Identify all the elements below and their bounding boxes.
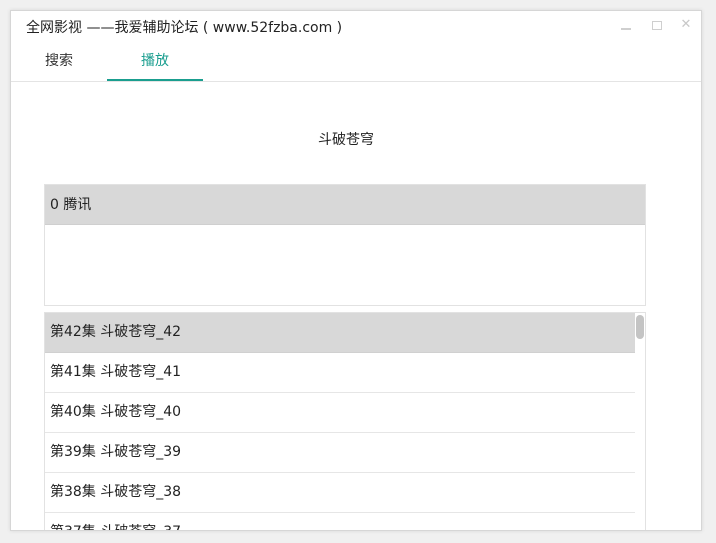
show-title: 斗破苍穹 <box>318 132 374 148</box>
episode-item[interactable]: 第39集 斗破苍穹_39 <box>45 433 635 473</box>
episode-item[interactable]: 第38集 斗破苍穹_38 <box>45 473 635 513</box>
tab-play[interactable]: 播放 <box>107 45 203 81</box>
tab-search[interactable]: 搜索 <box>11 45 107 79</box>
episode-item[interactable]: 第42集 斗破苍穹_42 <box>45 313 635 353</box>
episode-scrollbar[interactable] <box>635 313 645 530</box>
scrollbar-thumb[interactable] <box>636 315 644 339</box>
episode-list: 第42集 斗破苍穹_42 第41集 斗破苍穹_41 第40集 斗破苍穹_40 第… <box>44 312 646 530</box>
maximize-icon[interactable] <box>651 19 663 31</box>
minimize-icon[interactable] <box>620 19 632 31</box>
source-item-tencent[interactable]: 0 腾讯 <box>45 185 645 225</box>
source-list: 0 腾讯 <box>44 184 646 306</box>
close-icon[interactable]: ✕ <box>680 18 692 31</box>
tab-bar: 搜索 播放 <box>11 45 701 82</box>
title-bar[interactable]: 全网影视 ——我爱辅助论坛 ( www.52fzba.com ) ✕ <box>11 11 701 41</box>
window-title: 全网影视 ——我爱辅助论坛 ( www.52fzba.com ) <box>26 20 343 36</box>
episode-item[interactable]: 第41集 斗破苍穹_41 <box>45 353 635 393</box>
episode-list-items: 第42集 斗破苍穹_42 第41集 斗破苍穹_41 第40集 斗破苍穹_40 第… <box>45 313 635 530</box>
episode-item[interactable]: 第37集 斗破苍穹_37 <box>45 513 635 530</box>
app-window: 全网影视 ——我爱辅助论坛 ( www.52fzba.com ) ✕ 搜索 播放… <box>10 10 702 531</box>
episode-item[interactable]: 第40集 斗破苍穹_40 <box>45 393 635 433</box>
